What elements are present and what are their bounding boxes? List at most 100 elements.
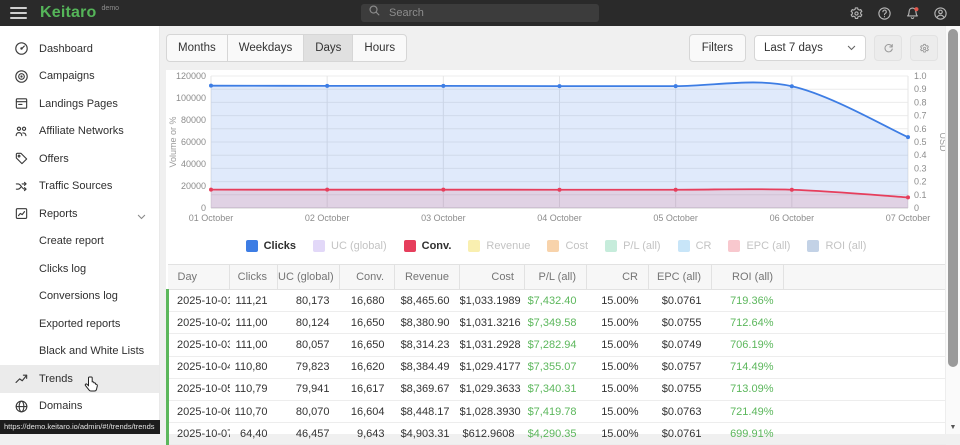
- sidebar-item-affiliate-networks[interactable]: Affiliate Networks: [0, 118, 159, 146]
- legend-label: Cost: [565, 240, 588, 252]
- col-header-p-l-all[interactable]: P/L (all): [525, 265, 587, 290]
- cell-conv: 16,617: [340, 378, 395, 400]
- sidebar-item-clicks-log[interactable]: Clicks log: [0, 255, 159, 283]
- search-icon: [368, 4, 381, 22]
- legend-item-cost[interactable]: Cost: [547, 240, 588, 252]
- cell-day: 2025-10-04: [168, 356, 230, 378]
- col-header-cr[interactable]: CR: [587, 265, 649, 290]
- legend-item-p-l-all[interactable]: P/L (all): [605, 240, 661, 252]
- legend-swatch: [605, 240, 617, 252]
- scrollbar-down-arrow[interactable]: ▼: [946, 424, 960, 431]
- svg-text:02 October: 02 October: [305, 213, 350, 223]
- cell-epc-all: $0.0761: [649, 290, 712, 312]
- col-header-revenue[interactable]: Revenue: [395, 265, 460, 290]
- sidebar-item-offers[interactable]: Offers: [0, 145, 159, 173]
- cell-conv: 16,650: [340, 312, 395, 334]
- cell-epc-all: $0.0757: [649, 356, 712, 378]
- sidebar-item-domains[interactable]: Domains: [0, 393, 159, 421]
- sidebar-item-exported-reports[interactable]: Exported reports: [0, 310, 159, 338]
- scrollbar-thumb[interactable]: [948, 29, 958, 367]
- sidebar-item-trends[interactable]: Trends: [0, 365, 159, 393]
- profile-icon[interactable]: [933, 6, 948, 21]
- legend-item-roi-all[interactable]: ROI (all): [807, 240, 866, 252]
- col-header-cost[interactable]: Cost: [460, 265, 525, 290]
- col-header-roi-all[interactable]: ROI (all): [712, 265, 784, 290]
- legend-label: P/L (all): [623, 240, 661, 252]
- cell-day: 2025-10-06: [168, 400, 230, 422]
- sidebar-item-conversions-log[interactable]: Conversions log: [0, 283, 159, 311]
- legend-item-conv[interactable]: Conv.: [404, 240, 452, 252]
- gear-icon: [919, 43, 930, 54]
- tab-months[interactable]: Months: [166, 34, 228, 62]
- col-header-uc-global[interactable]: UC (global): [278, 265, 340, 290]
- table-header-row: DayClicksUC (global)Conv.RevenueCostP/L …: [168, 265, 947, 290]
- legend-swatch: [547, 240, 559, 252]
- app-logo[interactable]: Keitarodemo: [27, 0, 119, 26]
- cell-roi-all: 714.49%: [712, 356, 784, 378]
- cell-conv: 16,604: [340, 400, 395, 422]
- cell-roi-all: 713.09%: [712, 378, 784, 400]
- table-row: 2025-10-01111,2180,17316,680$8,465.60$1,…: [168, 290, 947, 312]
- legend-label: ROI (all): [825, 240, 866, 252]
- legend-label: UC (global): [331, 240, 387, 252]
- cell-filler: [784, 400, 947, 422]
- cell-p-l-all: $7,419.78: [525, 400, 587, 422]
- notifications-bell-icon[interactable]: [905, 6, 920, 21]
- offers-icon: [13, 151, 29, 167]
- cell-cost: $1,031.3216: [460, 312, 525, 334]
- sidebar-item-reports[interactable]: Reports: [0, 200, 159, 228]
- sidebar-item-label: Offers: [39, 153, 69, 165]
- sidebar-item-black-and-white-lists[interactable]: Black and White Lists: [0, 338, 159, 366]
- col-header-epc-all[interactable]: EPC (all): [649, 265, 712, 290]
- sidebar-item-label: Create report: [39, 235, 104, 247]
- menu-icon[interactable]: [10, 7, 27, 19]
- cell-cr: 15.00%: [587, 334, 649, 356]
- search-box[interactable]: [361, 4, 599, 22]
- chart-settings-button[interactable]: [910, 35, 938, 61]
- sidebar-item-label: Traffic Sources: [39, 180, 112, 192]
- help-icon[interactable]: [877, 6, 892, 21]
- sidebar-item-landings-pages[interactable]: Landings Pages: [0, 90, 159, 118]
- cell-epc-all: $0.0749: [649, 334, 712, 356]
- cell-uc-global: 80,057: [278, 334, 340, 356]
- sidebar-item-label: Dashboard: [39, 43, 93, 55]
- legend-item-revenue[interactable]: Revenue: [468, 240, 530, 252]
- filters-button[interactable]: Filters: [689, 34, 746, 62]
- col-header-clicks[interactable]: Clicks: [230, 265, 278, 290]
- tab-hours[interactable]: Hours: [352, 34, 407, 62]
- settings-gear-icon[interactable]: [849, 6, 864, 21]
- tab-days[interactable]: Days: [303, 34, 353, 62]
- search-input[interactable]: [387, 6, 571, 20]
- cell-revenue: $8,369.67: [395, 378, 460, 400]
- cell-clicks: 111,00: [230, 334, 278, 356]
- refresh-button[interactable]: [874, 35, 902, 61]
- sidebar-item-campaigns[interactable]: Campaigns: [0, 63, 159, 91]
- legend-item-cr[interactable]: CR: [678, 240, 712, 252]
- sidebar-item-traffic-sources[interactable]: Traffic Sources: [0, 173, 159, 201]
- landings-pages-icon: [13, 96, 29, 112]
- legend-item-epc-all[interactable]: EPC (all): [728, 240, 790, 252]
- sidebar-item-dashboard[interactable]: Dashboard: [0, 35, 159, 63]
- table-row: 2025-10-06110,7080,07016,604$8,448.17$1,…: [168, 400, 947, 422]
- col-header-conv[interactable]: Conv.: [340, 265, 395, 290]
- cell-clicks: 110,79: [230, 378, 278, 400]
- legend-item-clicks[interactable]: Clicks: [246, 240, 296, 252]
- page-scrollbar[interactable]: ▼: [945, 26, 960, 434]
- sidebar-item-create-report[interactable]: Create report: [0, 228, 159, 256]
- svg-text:60000: 60000: [181, 137, 206, 147]
- legend-item-uc-global[interactable]: UC (global): [313, 240, 387, 252]
- svg-text:1.0: 1.0: [914, 71, 927, 81]
- legend-swatch: [807, 240, 819, 252]
- tab-weekdays[interactable]: Weekdays: [227, 34, 304, 62]
- legend-label: CR: [696, 240, 712, 252]
- svg-text:03 October: 03 October: [421, 213, 466, 223]
- col-header-filler: [784, 265, 947, 290]
- sidebar-item-label: Landings Pages: [39, 98, 118, 110]
- sidebar-item-label: Reports: [39, 208, 78, 220]
- cell-conv: 16,680: [340, 290, 395, 312]
- col-header-day[interactable]: Day: [168, 265, 230, 290]
- cell-roi-all: 712.64%: [712, 312, 784, 334]
- date-range-select[interactable]: Last 7 days: [754, 35, 866, 61]
- cell-conv: 16,620: [340, 356, 395, 378]
- svg-text:06 October: 06 October: [770, 213, 815, 223]
